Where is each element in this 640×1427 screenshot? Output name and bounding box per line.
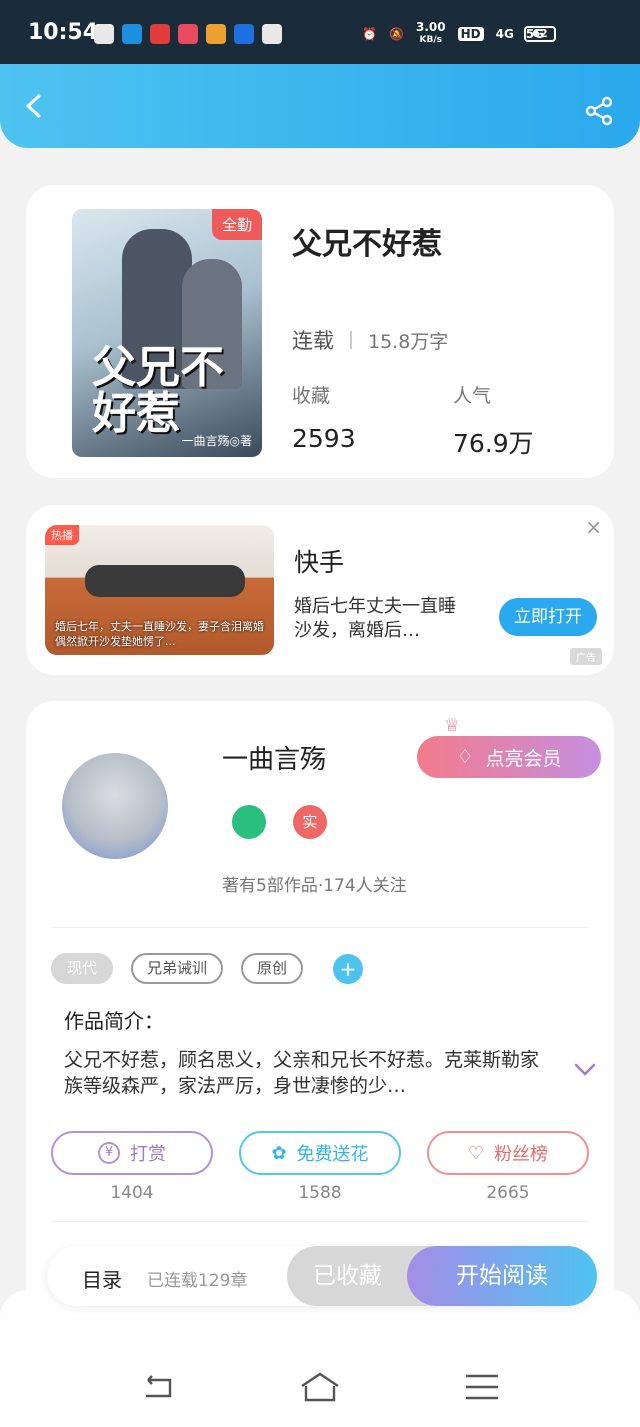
mute-icon: 🔕 [389,27,404,41]
status-time: 10:54 [28,20,99,45]
flower-icon: ✿ [271,1142,287,1164]
popularity-stat: 人气 76.9万 [453,381,534,460]
diamond-icon: ♢ [456,746,474,768]
cover-title: 父兄不好惹 [92,342,224,439]
app-icon [150,24,170,44]
word-count: 15.8万字 [368,330,449,353]
vip-button[interactable]: ♢ 点亮会员 [417,736,601,778]
book-info-card: 父兄不好惹 一曲言殇◎著 全勤 父兄不好惹 连载 15.8万字 收藏 2593 … [26,185,614,478]
back-arrow-icon[interactable] [22,94,46,118]
ad-description: 婚后七年丈夫一直睡沙发，离婚后… [294,596,456,641]
weibo-icon [94,24,114,44]
app-icon [122,24,142,44]
book-title: 父兄不好惹 [292,227,442,262]
add-tag-button[interactable]: + [333,953,364,984]
real-name-badge: 实 [293,805,327,839]
popularity-label: 人气 [453,385,492,407]
alarm-icon: ⏰ [362,27,378,41]
reward-label: 打赏 [130,1144,166,1165]
divider [350,331,352,349]
zhihu-icon [234,24,254,44]
author-info: 著有5部作品·174人关注 [222,876,407,896]
intro-label: 作品简介： [64,1009,164,1033]
fans-label: 粉丝榜 [494,1144,549,1165]
send-flower-button[interactable]: ✿ 免费送花 1588 [239,1131,401,1203]
tag-item[interactable]: 现代 [51,953,114,984]
ad-card[interactable]: 热播 婚后七年，丈夫一直睡沙发，妻子含泪离婚 偶然掀开沙发垫她愣了... 快手 … [26,505,614,675]
notification-icons [94,24,282,44]
status-bar: 10:54 ⏰ 🔕 3.00 KB/s HD 4G 5G 62 [0,0,640,64]
book-status-row: 连载 15.8万字 [292,325,448,355]
share-icon[interactable] [584,96,614,126]
collect-stat: 收藏 2593 [292,381,356,453]
collect-value: 2593 [292,424,356,453]
crown-icon: ♕ [444,715,461,736]
close-icon[interactable]: × [585,515,602,539]
catalog-button[interactable]: 目录 [82,1264,122,1293]
net-speed: 3.00 KB/s [415,20,446,46]
popularity-value: 76.9万 [453,429,534,458]
menu-nav-icon[interactable] [462,1372,502,1402]
user-heart-icon: ♡ [467,1142,485,1164]
cover-author: 一曲言殇◎著 [181,434,252,448]
divider [52,927,588,928]
chevron-down-icon[interactable] [574,1063,596,1077]
app-icon [178,24,198,44]
signal-4g-icon: 4G [495,27,514,41]
app-icon [206,24,226,44]
home-nav-icon[interactable] [300,1372,340,1402]
ad-title: 快手 [294,548,345,577]
net-speed-unit: KB/s [419,35,443,45]
intro-text[interactable]: 父兄不好惹，顾名思义，父亲和兄长不好惹。克莱斯勒家族等级森严，家法严厉，身世凄惨… [64,1047,544,1099]
tag-list: 现代 兄弟诫训 原创 + [51,953,364,984]
status-indicators: ⏰ 🔕 3.00 KB/s HD 4G 5G [362,20,544,46]
certified-badge-icon [232,805,266,839]
flower-count: 1588 [298,1183,342,1203]
reward-count: 1404 [110,1183,154,1203]
yen-icon: ¥ [98,1142,120,1164]
tag-item[interactable]: 兄弟诫训 [131,953,224,984]
ad-image-caption: 婚后七年，丈夫一直睡沙发，妻子含泪离婚 偶然掀开沙发垫她愣了... [55,620,264,648]
vip-button-label: 点亮会员 [485,747,562,770]
avatar[interactable] [62,753,168,859]
system-nav-bar [0,1290,640,1427]
hot-badge: 热播 [45,525,79,545]
battery-icon: 62 [524,26,556,42]
book-cover[interactable]: 父兄不好惹 一曲言殇◎著 全勤 [72,209,262,457]
tag-item[interactable]: 原创 [241,953,304,984]
telegram-icon [262,24,282,44]
full-attendance-badge: 全勤 [211,209,262,240]
book-header [0,64,640,148]
start-reading-button[interactable]: 开始阅读 [407,1246,597,1306]
flower-label: 免费送花 [296,1144,369,1165]
net-speed-value: 3.00 [415,20,446,34]
bottom-action-bar: 目录 已连载129章 已收藏 开始阅读 [47,1246,597,1306]
chapter-count: 已连载129章 [147,1271,248,1291]
serial-status: 连载 [292,329,334,353]
back-nav-icon[interactable] [140,1372,180,1402]
divider [52,1221,588,1222]
fans-ranking-button[interactable]: ♡ 粉丝榜 2665 [427,1131,589,1203]
ad-image[interactable]: 热播 婚后七年，丈夫一直睡沙发，妻子含泪离婚 偶然掀开沙发垫她愣了... [45,525,274,655]
ad-image-figure [85,565,245,597]
ad-label: 广告 [570,648,602,665]
fans-count: 2665 [486,1183,530,1203]
reward-button[interactable]: ¥ 打赏 1404 [51,1131,213,1203]
open-app-button[interactable]: 立即打开 [499,598,597,636]
hd-icon: HD [457,27,484,41]
author-card: 一曲言殇 ♕ ♢ 点亮会员 实 著有5部作品·174人关注 现代 兄弟诫训 原创… [26,701,614,1321]
collect-label: 收藏 [292,385,331,407]
author-name[interactable]: 一曲言殇 [222,739,326,776]
